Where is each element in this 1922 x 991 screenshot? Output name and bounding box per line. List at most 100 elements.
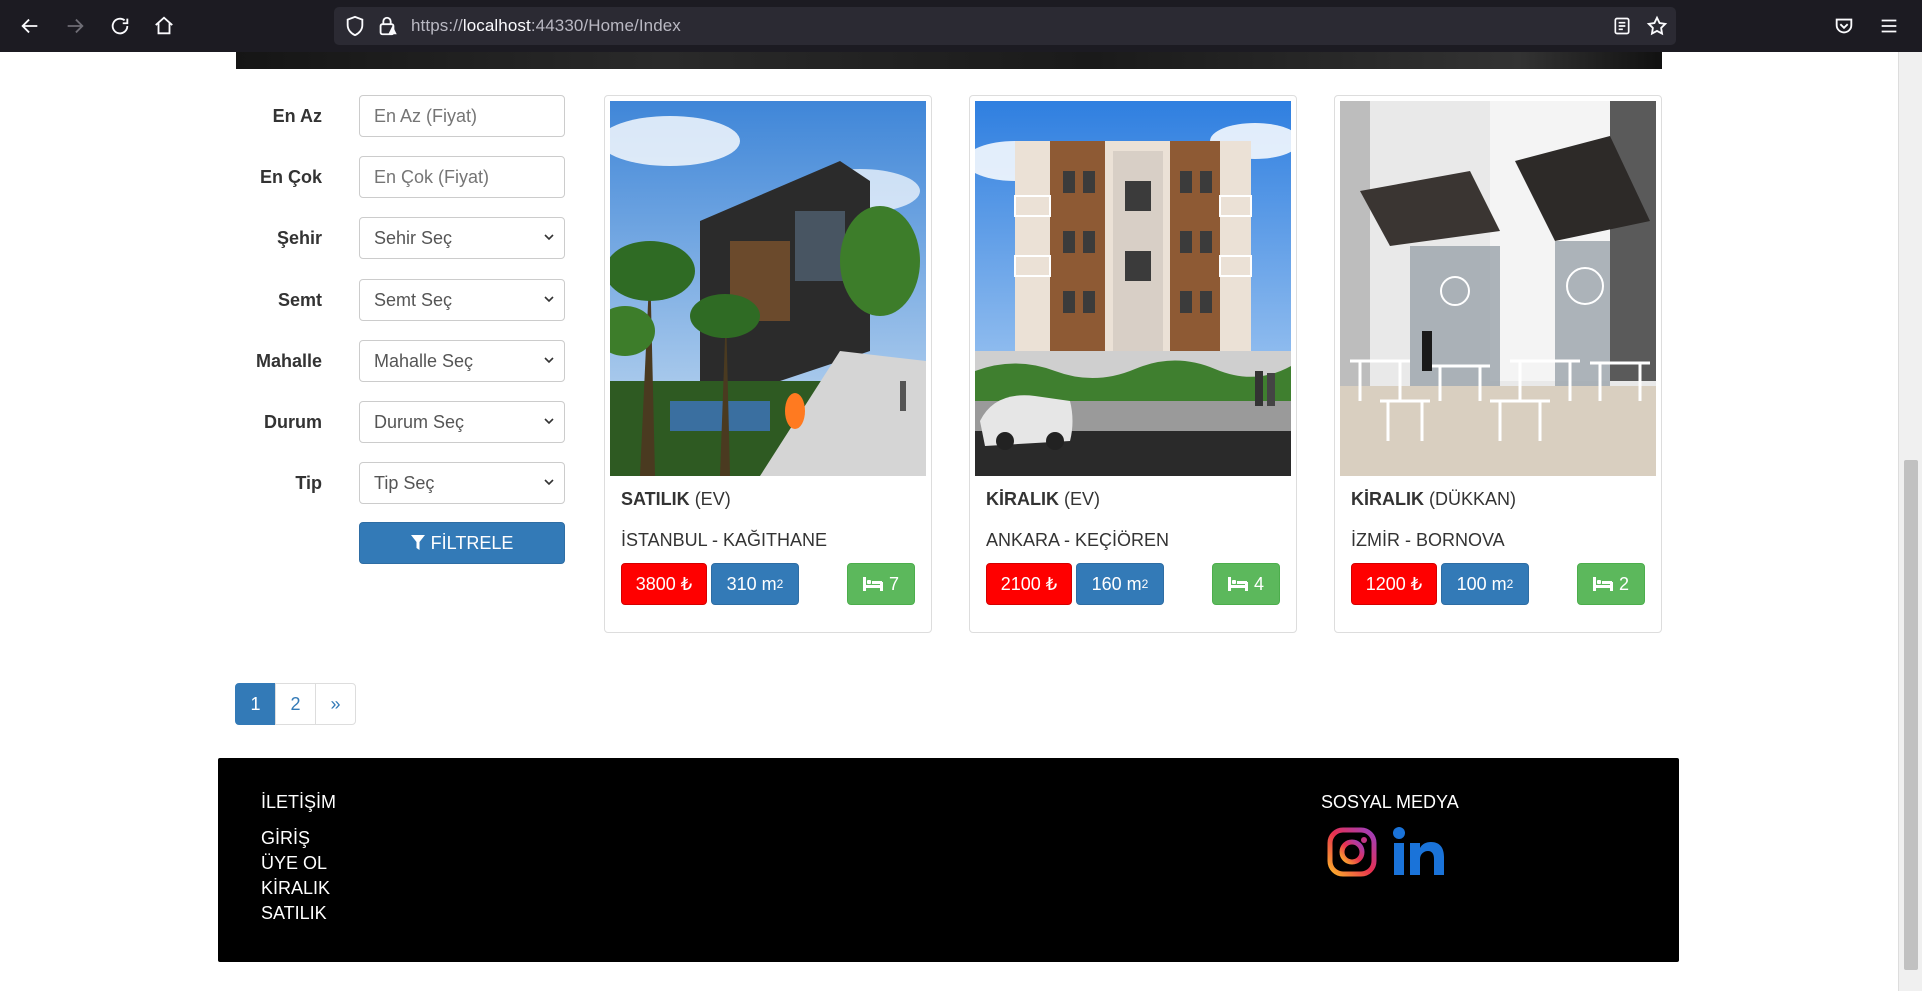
listing-image-shop[interactable] xyxy=(1340,101,1656,476)
filter-row-en-cok: En Çok xyxy=(236,156,566,198)
filter-input-en-az[interactable] xyxy=(359,95,565,137)
filter-select-mahalle[interactable]: Mahalle Seç xyxy=(359,340,565,382)
listing-card[interactable]: KİRALIK (DÜKKAN) İZMİR - BORNOVA 1200 ₺ … xyxy=(1334,95,1662,633)
insecure-lock-icon[interactable] xyxy=(376,15,398,42)
linkedin-icon[interactable] xyxy=(1392,827,1446,877)
filter-icon xyxy=(410,535,425,550)
listing-location: İZMİR - BORNOVA xyxy=(1351,530,1505,550)
scrollbar-thumb[interactable] xyxy=(1904,460,1918,970)
area-badge: 310 m2 xyxy=(711,563,799,605)
url-path: :44330/Home/Index xyxy=(530,16,681,35)
pocket-icon[interactable] xyxy=(1828,10,1860,42)
hero-banner-bottom xyxy=(236,52,1662,69)
filter-row-durum: Durum Durum Seç xyxy=(236,401,566,443)
area-badge: 160 m2 xyxy=(1076,563,1164,605)
url-host: localhost xyxy=(462,16,531,35)
pagination: 1 2 » xyxy=(235,683,356,725)
forward-icon[interactable] xyxy=(59,10,91,42)
area-unit-sup: 2 xyxy=(1141,577,1149,591)
price-badge: 1200 ₺ xyxy=(1351,563,1437,605)
page-2-link[interactable]: 2 xyxy=(275,683,316,725)
page-scrollbar[interactable] xyxy=(1898,52,1922,991)
listing-card[interactable]: SATILIK (EV) İSTANBUL - KAĞITHANE 3800 ₺… xyxy=(604,95,932,633)
filter-label-tip: Tip xyxy=(295,473,322,493)
url-text[interactable]: https://localhost:44330/Home/Index xyxy=(411,16,681,36)
listing-type: (EV) xyxy=(694,489,731,509)
page-1-link[interactable]: 1 xyxy=(235,683,276,725)
filter-select-value: Tip Seç xyxy=(374,473,435,493)
bed-icon xyxy=(862,577,883,591)
footer-link-rent[interactable]: KİRALIK xyxy=(261,876,330,901)
footer-social-heading: SOSYAL MEDYA xyxy=(1321,792,1459,812)
filter-label-durum: Durum xyxy=(264,412,322,432)
listing-image-villa[interactable] xyxy=(610,101,926,476)
filter-select-durum[interactable]: Durum Seç xyxy=(359,401,565,443)
area-value: 100 m xyxy=(1456,573,1507,594)
filter-row-en-az: En Az xyxy=(236,95,566,137)
listing-status: KİRALIK (DÜKKAN) xyxy=(1351,489,1516,510)
url-scheme: https:// xyxy=(411,16,463,35)
price-badge: 3800 ₺ xyxy=(621,563,707,605)
bookmark-star-icon[interactable] xyxy=(1646,15,1668,42)
filter-label-mahalle: Mahalle xyxy=(255,351,322,371)
footer-contact-heading: İLETİŞİM xyxy=(261,792,337,812)
listing-image-apartment[interactable] xyxy=(975,101,1291,476)
filter-label-semt: Semt xyxy=(277,290,322,310)
reload-icon[interactable] xyxy=(104,10,136,42)
instagram-icon[interactable] xyxy=(1326,826,1378,878)
filter-button[interactable]: FİLTRELE xyxy=(359,522,565,564)
listing-type: (DÜKKAN) xyxy=(1429,489,1517,509)
footer-link-register[interactable]: ÜYE OL xyxy=(261,851,330,876)
filter-select-value: Mahalle Seç xyxy=(374,351,474,371)
rooms-badge: 2 xyxy=(1577,563,1645,605)
next-page-link[interactable]: » xyxy=(315,683,356,725)
menu-icon[interactable] xyxy=(1873,10,1905,42)
filter-row-tip: Tip Tip Seç xyxy=(236,462,566,504)
area-unit-sup: 2 xyxy=(1506,577,1514,591)
listing-status: KİRALIK (EV) xyxy=(986,489,1100,510)
filter-row-sehir: Şehir Sehir Seç xyxy=(236,217,566,259)
listing-status-label: SATILIK xyxy=(621,489,690,509)
filter-select-value: Durum Seç xyxy=(374,412,465,432)
footer-link-login[interactable]: GİRİŞ xyxy=(261,826,330,851)
bed-icon xyxy=(1227,577,1248,591)
area-badge: 100 m2 xyxy=(1441,563,1529,605)
social-links xyxy=(1326,826,1446,878)
listing-status-label: KİRALIK xyxy=(1351,489,1424,509)
back-icon[interactable] xyxy=(14,10,46,42)
page-content: En Az En Çok Şehir Sehir Seç Semt Semt Seç Mah… xyxy=(0,52,1898,991)
filter-select-value: Semt Seç xyxy=(374,290,453,310)
chevron-down-icon xyxy=(544,357,554,364)
rooms-badge: 4 xyxy=(1212,563,1280,605)
price-badge: 2100 ₺ xyxy=(986,563,1072,605)
footer-links: GİRİŞ ÜYE OL KİRALIK SATILIK xyxy=(261,826,330,926)
listing-location: ANKARA - KEÇİÖREN xyxy=(986,530,1170,550)
listing-status: SATILIK (EV) xyxy=(621,489,731,510)
filter-label-sehir: Şehir xyxy=(276,228,322,248)
filter-select-value: Sehir Seç xyxy=(374,228,453,248)
shield-icon[interactable] xyxy=(344,15,366,42)
rooms-count: 7 xyxy=(888,573,899,594)
filter-label-en-az: En Az xyxy=(272,106,322,126)
address-bar[interactable]: https://localhost:44330/Home/Index xyxy=(334,7,1676,45)
footer-link-sale[interactable]: SATILIK xyxy=(261,901,330,926)
chevron-down-icon xyxy=(544,418,554,425)
rooms-badge: 7 xyxy=(847,563,915,605)
area-value: 160 m xyxy=(1091,573,1142,594)
area-unit-sup: 2 xyxy=(776,577,784,591)
filter-row-mahalle: Mahalle Mahalle Seç xyxy=(236,340,566,382)
listing-location: İSTANBUL - KAĞITHANE xyxy=(621,530,828,550)
rooms-count: 4 xyxy=(1253,573,1264,594)
filter-select-semt[interactable]: Semt Seç xyxy=(359,279,565,321)
footer: İLETİŞİM GİRİŞ ÜYE OL KİRALIK SATILIK SO… xyxy=(218,758,1679,962)
filter-button-label: FİLTRELE xyxy=(430,532,514,553)
home-icon[interactable] xyxy=(148,10,180,42)
chevron-down-icon xyxy=(544,296,554,303)
reader-view-icon[interactable] xyxy=(1612,16,1632,41)
bed-icon xyxy=(1592,577,1613,591)
filter-input-en-cok[interactable] xyxy=(359,156,565,198)
filter-select-tip[interactable]: Tip Seç xyxy=(359,462,565,504)
listing-status-label: KİRALIK xyxy=(986,489,1059,509)
filter-select-sehir[interactable]: Sehir Seç xyxy=(359,217,565,259)
listing-card[interactable]: KİRALIK (EV) ANKARA - KEÇİÖREN 2100 ₺ 16… xyxy=(969,95,1297,633)
